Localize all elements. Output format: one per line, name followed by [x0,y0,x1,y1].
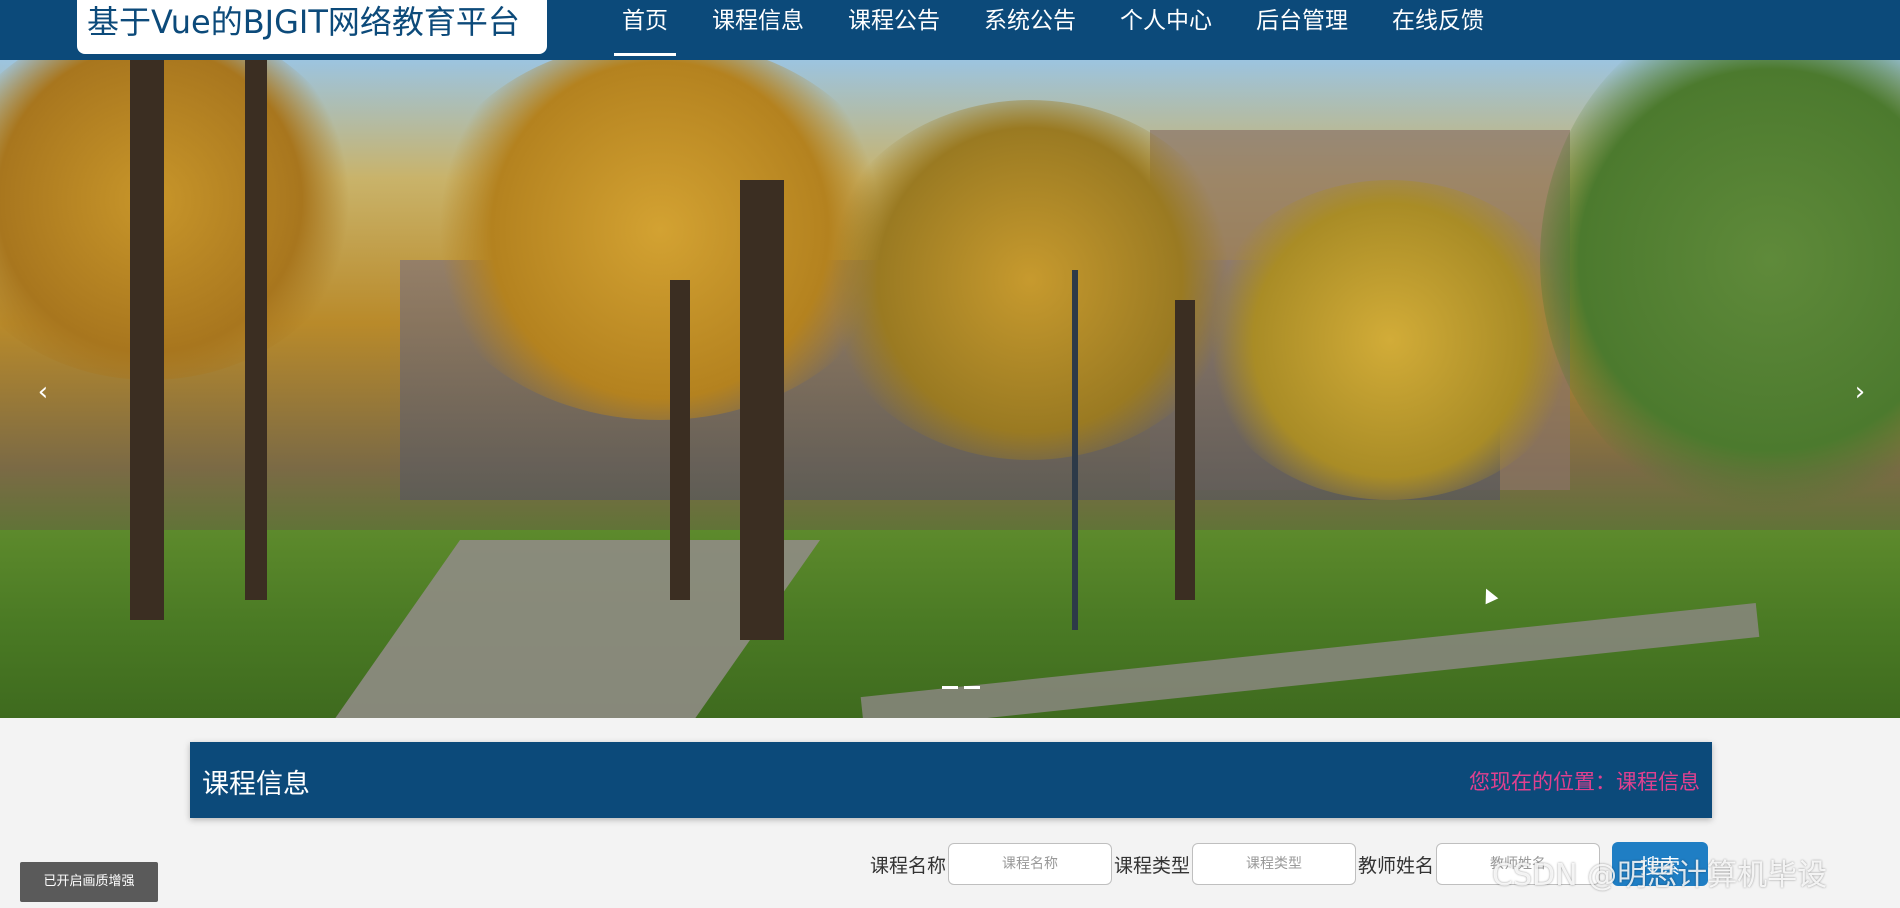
tree-canopy [1200,180,1580,500]
tree-canopy [0,60,360,380]
nav-feedback[interactable]: 在线反馈 [1370,0,1506,60]
nav-course-info[interactable]: 课程信息 [690,0,826,60]
tree-trunk [670,280,690,600]
course-type-label: 课程类型 [1114,854,1191,877]
watermark: CSDN @明思计算机毕设 [1492,858,1828,893]
course-type-input[interactable] [1192,843,1357,885]
nav-personal-center[interactable]: 个人中心 [1098,0,1234,60]
nav-system-notice[interactable]: 系统公告 [962,0,1098,60]
tree-trunk [245,60,267,600]
carousel-indicators [942,686,980,689]
tree-trunk [130,60,164,620]
main-nav: 首页 课程信息 课程公告 系统公告 个人中心 后台管理 在线反馈 [600,0,1506,60]
course-name-label: 课程名称 [870,854,947,877]
quality-enhance-toast: 已开启画质增强 [20,862,158,902]
hero-carousel: ‹ › [0,60,1900,718]
carousel-prev-button[interactable]: ‹ [28,372,58,412]
lamp-post [1072,270,1078,630]
breadcrumb: 您现在的位置：课程信息 [1469,770,1700,794]
tree-trunk [740,180,784,640]
tree-trunk [1175,300,1195,600]
carousel-dot[interactable] [942,686,958,689]
teacher-name-label: 教师姓名 [1358,854,1435,877]
top-navbar: 基于Vue的BJGIT网络教育平台 首页 课程信息 课程公告 系统公告 个人中心… [0,0,1900,60]
course-name-input[interactable] [948,843,1113,885]
section-header: 课程信息 您现在的位置：课程信息 [190,742,1712,818]
nav-course-notice[interactable]: 课程公告 [826,0,962,60]
carousel-dot[interactable] [964,686,980,689]
section-title: 课程信息 [202,769,310,800]
site-title[interactable]: 基于Vue的BJGIT网络教育平台 [77,0,547,54]
carousel-next-button[interactable]: › [1845,372,1875,412]
tree-canopy [1540,60,1900,520]
nav-home[interactable]: 首页 [600,0,690,60]
nav-admin[interactable]: 后台管理 [1234,0,1370,60]
